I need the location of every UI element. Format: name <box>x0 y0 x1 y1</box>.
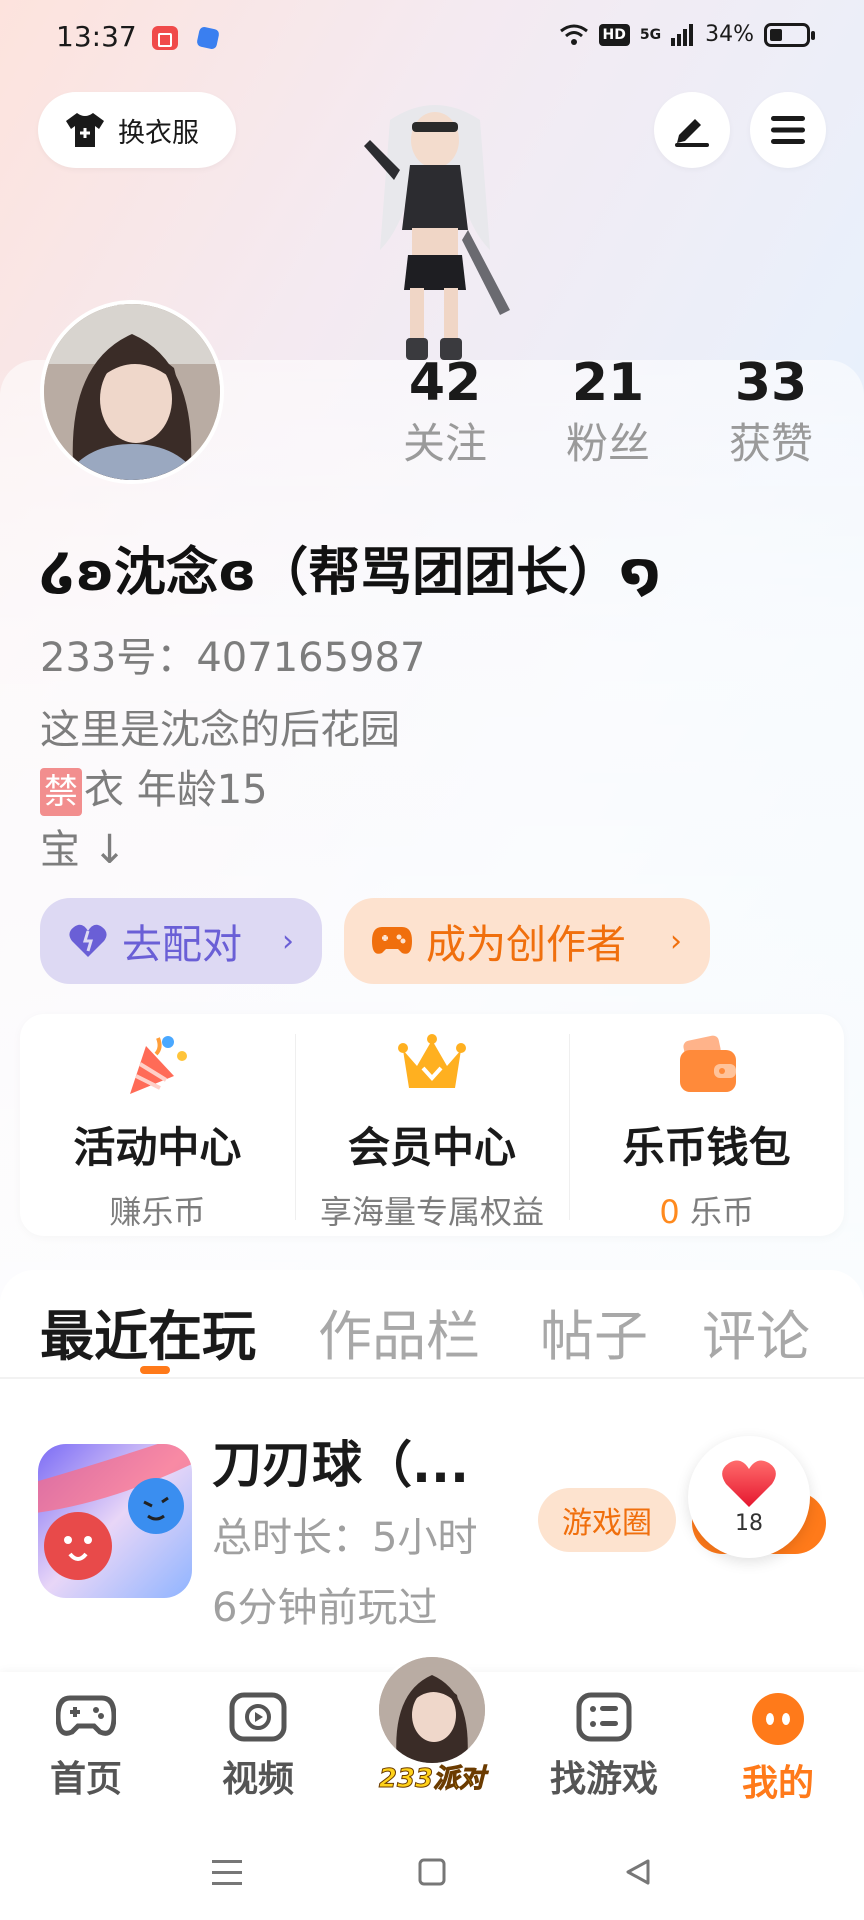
active-tab-indicator <box>140 1366 170 1374</box>
coin-wallet-title: 乐币钱包 <box>622 1123 791 1172</box>
party-popper-icon <box>130 1036 188 1094</box>
tab-works[interactable]: 作品栏 <box>318 1292 480 1371</box>
status-right-group: HD 5G 34% <box>559 22 815 47</box>
avatar-photo <box>44 304 220 480</box>
likes-count: 33 <box>734 353 808 413</box>
coin-unit: 乐币 <box>689 1193 754 1231</box>
following-count: 42 <box>408 353 482 413</box>
like-bubble[interactable]: 18 <box>688 1436 810 1558</box>
recent-apps-icon[interactable] <box>212 1860 242 1886</box>
coin-wallet-sub: 0 乐币 <box>659 1187 754 1233</box>
followers-stat[interactable]: 21 粉丝 <box>533 350 683 472</box>
nav-find-games[interactable]: 找游戏 <box>544 1692 664 1802</box>
tab-recent-played[interactable]: 最近在玩 <box>40 1292 256 1371</box>
heart-icon <box>69 924 107 957</box>
member-center[interactable]: 会员中心 享海量专属权益 <box>294 1014 570 1236</box>
nav-mine[interactable]: 我的 <box>718 1692 838 1806</box>
nav-mine-label: 我的 <box>741 1763 814 1804</box>
likes-label: 获赞 <box>728 419 813 468</box>
profile-face-icon <box>752 1693 804 1745</box>
ban-emoji: 禁 <box>40 768 82 816</box>
tab-comments[interactable]: 评论 <box>702 1292 810 1371</box>
hd-badge: HD <box>598 23 630 46</box>
status-bar: 13:37 HD 5G 34% <box>0 0 864 76</box>
nav-find-games-label: 找游戏 <box>549 1759 658 1800</box>
recent-game-item[interactable]: 刀刃球（... 总时长：5小时 6分钟前玩过 游戏圈 18 <box>0 1380 864 1650</box>
followers-count: 21 <box>571 353 645 413</box>
profile-avatar[interactable] <box>40 300 224 484</box>
signal-icon <box>671 23 694 46</box>
menu-button[interactable] <box>750 92 826 168</box>
crown-icon <box>398 1034 466 1088</box>
party-label: 233派对 <box>378 1764 486 1795</box>
network-label: 5G <box>639 26 662 43</box>
battery-percent: 34% <box>705 22 754 47</box>
activity-center-sub: 赚乐币 <box>109 1193 206 1231</box>
avatar-character[interactable] <box>350 100 520 365</box>
profile-tabs: 最近在玩 作品栏 帖子 评论 <box>0 1270 864 1378</box>
screen-record-icon <box>152 26 178 50</box>
wallet-icon <box>679 1035 736 1092</box>
user-id[interactable]: 233号：407165987 <box>40 625 425 683</box>
wifi-icon <box>559 24 588 45</box>
become-creator-label: 成为创作者 <box>426 922 626 968</box>
nav-video[interactable]: 视频 <box>198 1692 318 1802</box>
tshirt-icon <box>66 113 104 147</box>
party-avatar-photo <box>379 1657 485 1763</box>
match-button[interactable]: 去配对 › <box>40 898 322 984</box>
bio-line-2: 衣 年龄15 <box>84 767 268 813</box>
activity-center-title: 活动中心 <box>73 1123 242 1172</box>
following-stat[interactable]: 42 关注 <box>370 350 520 472</box>
heart-icon <box>722 1460 776 1507</box>
nav-video-label: 视频 <box>221 1759 294 1800</box>
video-play-icon <box>229 1692 287 1742</box>
bio-line-1: 这里是沈念的后花园 <box>40 707 400 753</box>
following-label: 关注 <box>402 419 487 468</box>
match-label: 去配对 <box>122 922 242 968</box>
party-button[interactable] <box>376 1654 488 1766</box>
game-name: 刀刃球（... <box>212 1436 469 1494</box>
coin-wallet[interactable]: 乐币钱包 0 乐币 <box>569 1014 844 1236</box>
gamepad-icon <box>56 1695 116 1736</box>
change-outfit-label: 换衣服 <box>118 117 199 149</box>
edit-profile-button[interactable] <box>654 92 730 168</box>
nav-home[interactable]: 首页 <box>26 1692 146 1802</box>
followers-label: 粉丝 <box>565 419 650 468</box>
pen-icon <box>675 119 709 147</box>
bio: 这里是沈念的后花园 禁衣 年龄15 宝 ↓ <box>40 700 400 880</box>
game-circle-button[interactable]: 游戏圈 <box>538 1488 676 1552</box>
game-last-played: 6分钟前玩过 <box>212 1585 438 1631</box>
bio-line-3: 宝 ↓ <box>40 827 127 873</box>
change-outfit-button[interactable]: 换衣服 <box>38 92 236 168</box>
game-icon-art <box>38 1444 192 1598</box>
member-center-sub: 享海量专属权益 <box>320 1193 545 1231</box>
like-count: 18 <box>735 1510 763 1536</box>
nickname: ໒ʚ沈念ɞ（帮骂团团长）໑ <box>40 543 661 603</box>
quick-entry-panel: 活动中心 赚乐币 会员中心 享海量专属权益 乐币钱包 0 乐币 <box>20 1014 844 1236</box>
hamburger-menu-icon <box>771 116 805 144</box>
tabs-divider <box>0 1377 864 1379</box>
back-triangle-icon[interactable] <box>624 1858 652 1886</box>
battery-icon <box>764 22 815 47</box>
list-icon <box>576 1692 632 1742</box>
nav-home-label: 首页 <box>49 1759 122 1800</box>
app-notification-icon <box>196 26 220 50</box>
game-icon[interactable] <box>38 1444 192 1598</box>
member-center-title: 会员中心 <box>348 1123 517 1172</box>
game-total-time: 总时长：5小时 <box>212 1515 478 1561</box>
activity-center[interactable]: 活动中心 赚乐币 <box>20 1014 295 1236</box>
status-time: 13:37 <box>56 20 137 53</box>
home-square-icon[interactable] <box>418 1858 446 1886</box>
coin-balance: 0 <box>659 1193 680 1231</box>
system-nav-bar <box>0 1812 864 1920</box>
become-creator-button[interactable]: 成为创作者 › <box>344 898 710 984</box>
chevron-right-icon: › <box>670 923 682 959</box>
likes-stat[interactable]: 33 获赞 <box>696 350 846 472</box>
chevron-right-icon: › <box>282 923 294 959</box>
tab-posts[interactable]: 帖子 <box>540 1292 648 1371</box>
gamepad-icon <box>372 927 412 954</box>
